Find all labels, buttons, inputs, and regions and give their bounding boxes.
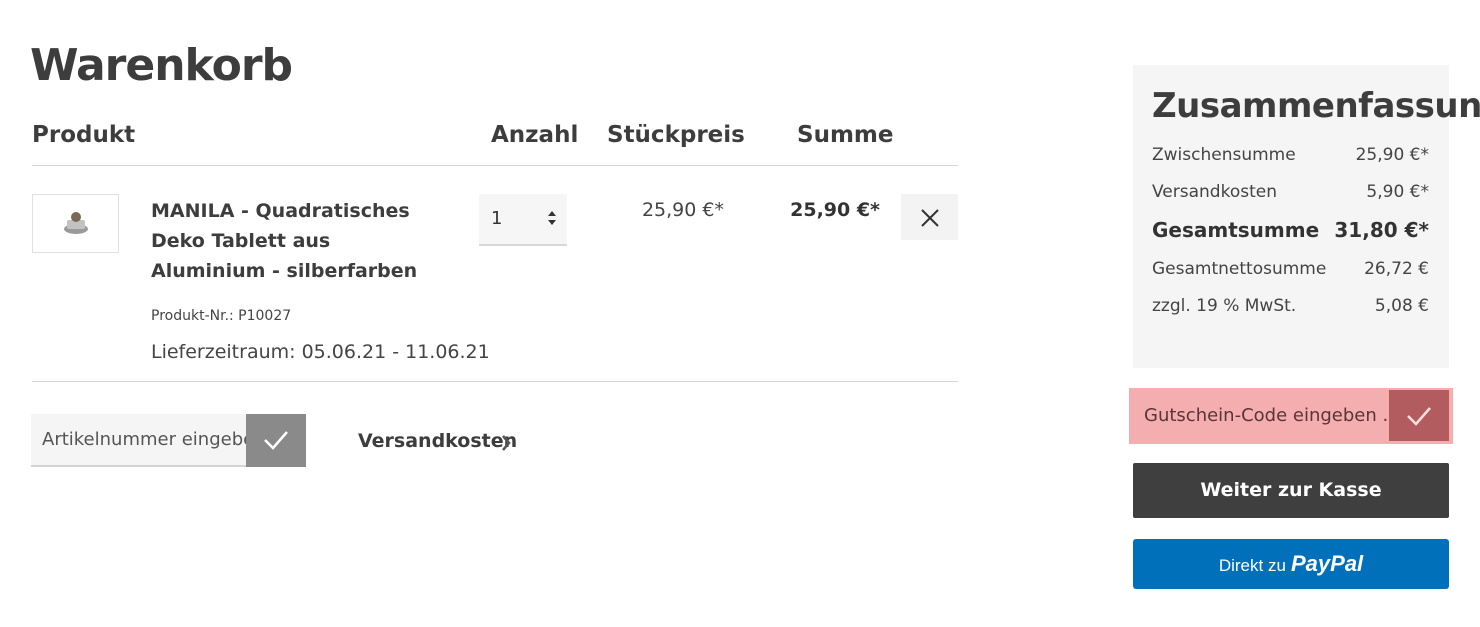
summary-label-total: Gesamtsumme xyxy=(1152,218,1320,242)
column-header-unit-price: Stückpreis xyxy=(607,122,745,148)
column-header-quantity: Anzahl xyxy=(491,122,579,148)
article-number-input[interactable]: Artikelnummer eingebe xyxy=(31,414,247,467)
product-thumbnail[interactable] xyxy=(32,194,119,253)
summary-value-shipping: 5,90 €* xyxy=(1366,182,1429,202)
page-title: Warenkorb xyxy=(30,40,293,91)
column-header-product: Produkt xyxy=(32,122,136,148)
remove-item-button[interactable] xyxy=(901,194,958,240)
summary-label-vat: zzgl. 19 % MwSt. xyxy=(1152,296,1297,316)
coupon-code-input[interactable]: Gutschein-Code eingeben ... xyxy=(1133,392,1400,440)
delivery-period: Lieferzeitraum: 05.06.21 - 11.06.21 xyxy=(151,341,490,363)
product-name[interactable]: MANILA - Quadratisches Deko Tablett aus … xyxy=(151,196,451,286)
checkmark-icon xyxy=(264,431,288,450)
summary-label-shipping: Versandkosten xyxy=(1152,182,1277,202)
item-divider xyxy=(32,381,958,382)
product-number: Produkt-Nr.: P10027 xyxy=(151,308,292,324)
shipping-costs-link[interactable]: Versandkosten xyxy=(358,430,517,452)
product-thumbnail-icon xyxy=(64,212,88,234)
header-divider xyxy=(32,165,958,166)
summary-label-subtotal: Zwischensumme xyxy=(1152,145,1296,165)
select-arrows-icon xyxy=(548,211,556,225)
quantity-select[interactable]: 1 xyxy=(479,194,567,246)
close-icon xyxy=(921,209,939,227)
paypal-logo: PayPal xyxy=(1291,551,1364,576)
quantity-value: 1 xyxy=(491,208,503,229)
checkout-button[interactable]: Weiter zur Kasse xyxy=(1133,463,1449,518)
article-number-placeholder: Artikelnummer eingebe xyxy=(42,429,247,450)
summary-title: Zusammenfassung xyxy=(1152,86,1480,126)
unit-price: 25,90 €* xyxy=(641,199,724,221)
summary-value-total: 31,80 €* xyxy=(1334,218,1429,242)
summary-value-net: 26,72 € xyxy=(1364,259,1429,279)
coupon-code-placeholder: Gutschein-Code eingeben ... xyxy=(1144,405,1400,426)
chevron-right-icon xyxy=(502,435,511,451)
paypal-express-button[interactable]: Direkt zu PayPal xyxy=(1133,539,1449,589)
summary-value-subtotal: 25,90 €* xyxy=(1355,145,1429,165)
line-sum: 25,90 €* xyxy=(790,199,880,221)
checkmark-icon xyxy=(1407,407,1431,426)
article-number-submit-button[interactable] xyxy=(246,414,306,467)
column-header-sum: Summe xyxy=(797,122,894,148)
paypal-prefix: Direkt zu xyxy=(1218,556,1286,575)
summary-value-vat: 5,08 € xyxy=(1374,296,1429,316)
coupon-submit-button[interactable] xyxy=(1389,390,1449,441)
